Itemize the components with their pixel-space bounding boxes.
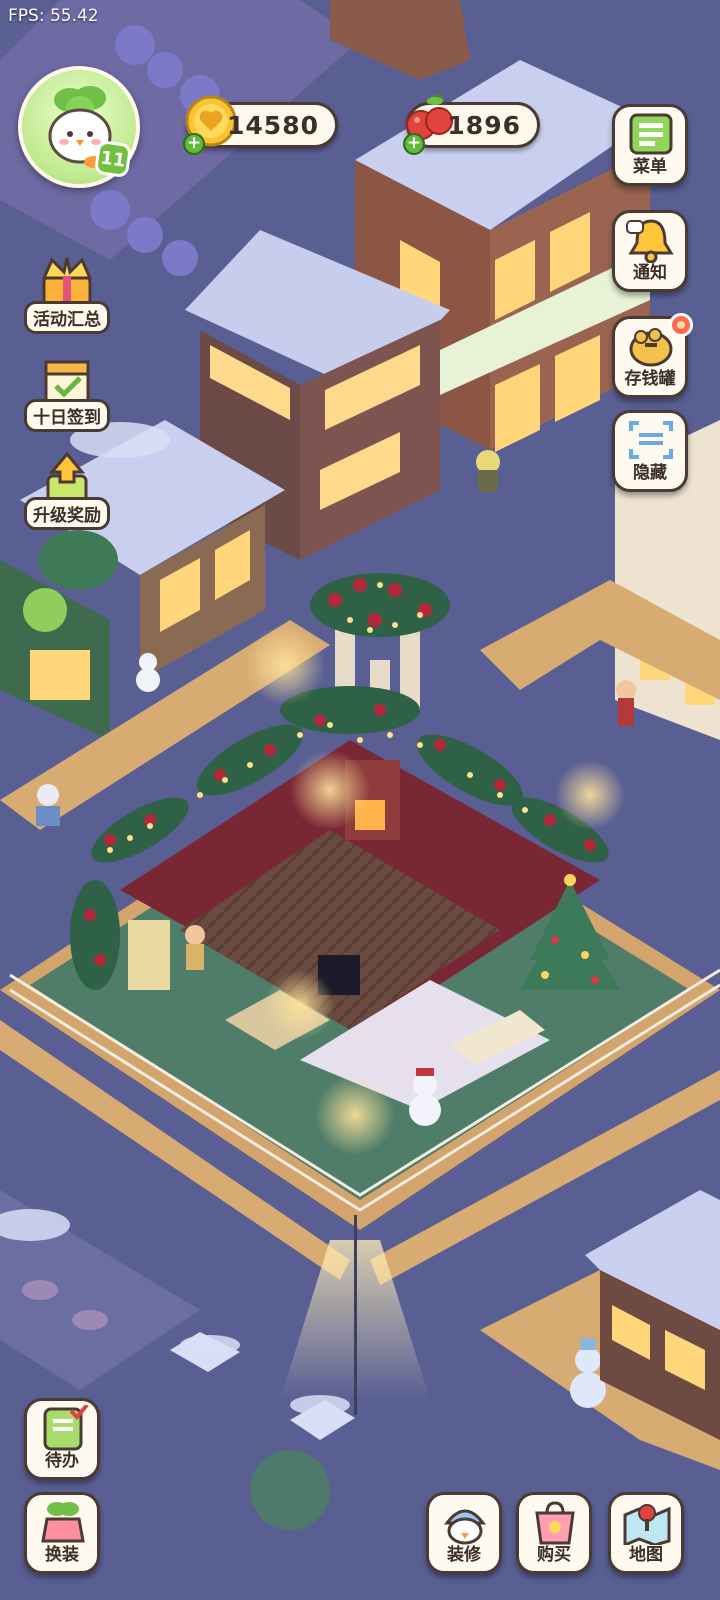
notice-button[interactable]: 通知 [612, 210, 688, 292]
piggy-bank-label: 存钱罐 [624, 369, 676, 389]
level-reward-button[interactable]: 升级奖励 [24, 452, 110, 530]
player-level-badge: 11 [93, 139, 133, 179]
menu-button[interactable]: 菜单 [612, 104, 688, 186]
decorate-button[interactable]: 装修 [426, 1492, 502, 1574]
coin-counter[interactable]: + 14580 [183, 95, 338, 155]
clipboard-check-icon [43, 1405, 89, 1451]
todo-button[interactable]: 待办 [24, 1398, 100, 1480]
eye-scan-icon [629, 421, 673, 459]
notice-label: 通知 [633, 263, 667, 283]
bakery-window [30, 650, 90, 700]
shop-label: 购买 [537, 1545, 571, 1565]
piggy-bank-button[interactable]: 存钱罐 [612, 313, 693, 398]
add-coins-button[interactable]: + [183, 133, 205, 155]
add-fruits-button[interactable]: + [403, 133, 425, 155]
todo-label: 待办 [45, 1451, 79, 1471]
menu-label: 菜单 [633, 157, 667, 177]
decorate-label: 装修 [447, 1545, 481, 1565]
notebook-menu-icon [629, 113, 673, 155]
fps-counter: FPS: 55.42 [8, 6, 99, 26]
coin-amount: 14580 [227, 111, 319, 140]
piggy-notification-dot [669, 313, 693, 337]
level-reward-label: 升级奖励 [24, 497, 110, 530]
fruit-counter[interactable]: + 1896 [403, 94, 540, 155]
snowman-left [136, 653, 160, 692]
map-pin-icon [623, 1504, 671, 1545]
outfit-button[interactable]: 换装 [24, 1492, 100, 1574]
tree-bottom [250, 1450, 330, 1530]
events-summary-label: 活动汇总 [24, 301, 110, 334]
bell-icon [626, 219, 674, 263]
ten-day-checkin-label: 十日签到 [24, 399, 110, 432]
shop-button[interactable]: 购买 [516, 1492, 592, 1574]
duck-helmet-icon [443, 1509, 487, 1545]
map-label: 地图 [629, 1545, 663, 1565]
fruit-amount: 1896 [447, 111, 521, 140]
hide-ui-label: 隐藏 [633, 463, 667, 483]
ten-day-checkin-button[interactable]: 十日签到 [24, 354, 110, 432]
map-button[interactable]: 地图 [608, 1492, 684, 1574]
hide-ui-button[interactable]: 隐藏 [612, 410, 688, 492]
bookshelf [128, 920, 170, 990]
shopping-bag-icon [535, 1501, 575, 1545]
outfit-label: 换装 [45, 1545, 79, 1565]
player-avatar[interactable]: 11 [18, 66, 140, 188]
events-summary-button[interactable]: 活动汇总 [24, 256, 110, 334]
lamp-post [354, 1215, 357, 1415]
clothes-icon [41, 1502, 85, 1543]
